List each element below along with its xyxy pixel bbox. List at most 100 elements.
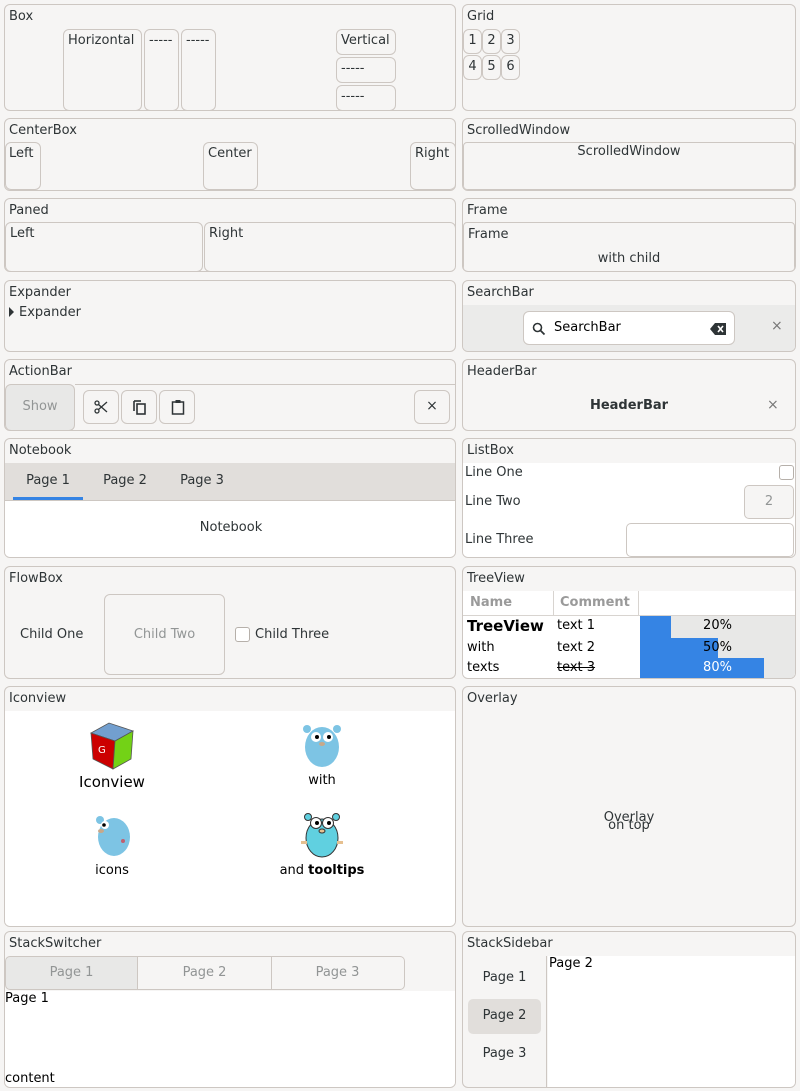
search-entry[interactable]: SearchBar [523,311,735,345]
column-header-name[interactable]: Name [470,595,512,610]
search-icon [532,322,546,336]
text-entry[interactable] [626,523,794,557]
checkbox[interactable] [779,465,794,480]
flowbox-panel: FlowBox Child One Child Two Child Three [4,566,456,679]
child-two-button[interactable]: Child Two [104,594,225,675]
scrolled-window[interactable]: ScrolledWindow [463,142,795,190]
sidebar-item-page-2[interactable]: Page 2 [468,999,541,1034]
panel-title: Expander [9,285,71,300]
stack-content: Page 2 [548,956,795,1087]
close-icon: × [426,398,438,414]
grid-cell[interactable]: 6 [501,55,520,80]
horizontal-button[interactable]: Horizontal [63,29,142,110]
checkbox[interactable] [235,627,250,642]
listbox-row[interactable]: Line Three [465,532,533,547]
panel-title: Frame [467,203,508,218]
svg-text:G: G [98,745,106,756]
gopher-icon [301,813,343,858]
sidebar-item-page-1[interactable]: Page 1 [468,963,541,995]
panel-title: Overlay [467,691,518,706]
clear-icon[interactable] [710,323,726,335]
tab-page-1[interactable]: Page 1 [13,463,83,500]
paned-panel: Paned Left Right [4,198,456,272]
tab-page-3[interactable]: Page 3 [168,463,236,500]
panel-title: Grid [467,9,495,24]
actionbar-panel: ActionBar Show × [4,359,456,431]
close-icon[interactable]: × [771,318,783,334]
panel-title: StackSwitcher [9,936,102,951]
center-button[interactable]: Center [203,142,258,190]
cell-name: with [467,640,495,655]
stacksidebar-panel: StackSidebar Page 1 Page 2 Page 3 Page 2 [462,931,796,1088]
iconview-item[interactable]: icons [42,811,182,878]
grid-cell[interactable]: 5 [482,55,501,80]
divider [553,591,554,616]
frame-label: Frame [468,227,509,242]
stack-button-page-2[interactable]: Page 2 [138,956,272,990]
close-button[interactable]: × [414,390,450,424]
box-item[interactable]: ----- [181,29,216,110]
copy-icon [133,400,146,415]
treeview: Name Comment TreeView text 1 20% with text 2… [463,591,795,678]
close-icon[interactable]: × [767,397,779,413]
progress-label: 50% [703,640,732,655]
expander[interactable]: Expander [9,305,81,320]
left-button[interactable]: Left [5,142,41,190]
grid-cell[interactable]: 4 [463,55,482,80]
iconview-item[interactable]: G Iconview [42,721,182,791]
listbox: Line One Line Two 2 Line Three [463,463,795,557]
cell-name: texts [467,660,500,675]
panel-title: HeaderBar [467,364,537,379]
paste-button[interactable] [159,390,195,424]
searchbar-panel: SearchBar SearchBar × [462,280,796,352]
overlay-top-label: on top [608,818,650,833]
label-part: and [279,863,309,878]
notebook-panel: Notebook Page 1 Page 2 Page 3 Notebook [4,438,456,558]
listbox-row[interactable]: Line Two [465,494,521,509]
column-header-comment[interactable]: Comment [560,595,630,610]
listbox-row[interactable]: Line One [465,465,523,480]
iconview-item[interactable]: and tooltips [252,811,392,878]
paned-right: Right [204,222,455,271]
checkbox-label[interactable]: Child Three [255,627,329,642]
panel-title: Notebook [9,443,72,458]
tab-bar: Page 1 Page 2 Page 3 [5,463,455,501]
stack-content: Page 1 content [5,991,455,1087]
spin-button[interactable]: 2 [744,485,794,519]
grid-cell[interactable]: 2 [482,29,501,54]
iconview-item[interactable]: with [252,721,392,788]
sidebar-item-page-3[interactable]: Page 3 [468,1039,541,1071]
tab-page-2[interactable]: Page 2 [91,463,159,500]
table-row[interactable]: with text 2 50% [463,638,795,658]
right-button[interactable]: Right [410,142,455,190]
vertical-button[interactable]: Vertical [336,29,396,55]
table-row[interactable]: TreeView text 1 20% [463,616,795,638]
stack-sidebar: Page 1 Page 2 Page 3 [463,956,547,1087]
box-item[interactable]: ----- [144,29,179,110]
grid-cell[interactable]: 3 [501,29,520,54]
stack-button-page-1[interactable]: Page 1 [5,956,138,990]
stack-page-label: Page 2 [549,956,593,971]
panel-title: ActionBar [9,364,72,379]
cell-comment: text 1 [557,618,596,633]
copy-button[interactable] [121,390,157,424]
box-item[interactable]: ----- [336,57,396,83]
panel-title: Paned [9,203,49,218]
panel-title: FlowBox [9,571,63,586]
grid-cell[interactable]: 1 [463,29,482,54]
stack-content-label: content [5,1071,55,1086]
stackswitcher-panel: StackSwitcher Page 1 Page 2 Page 3 Page … [4,931,456,1088]
progress-trough: 20% [640,616,795,638]
scissors-icon [94,400,108,414]
panel-title: CenterBox [9,123,77,138]
table-row[interactable]: texts text 3 80% [463,658,795,678]
cut-button[interactable] [83,390,119,424]
progress-label: 80% [703,660,732,675]
notebook-content: Notebook [5,501,455,557]
box-item[interactable]: ----- [336,85,396,110]
show-button[interactable]: Show [5,384,75,430]
stack-button-page-3[interactable]: Page 3 [271,956,405,990]
centerbox-panel: CenterBox Left Center Right [4,118,456,191]
grid-panel: Grid 1 2 3 4 5 6 [462,4,796,111]
iconview-label: Iconview [79,773,145,791]
